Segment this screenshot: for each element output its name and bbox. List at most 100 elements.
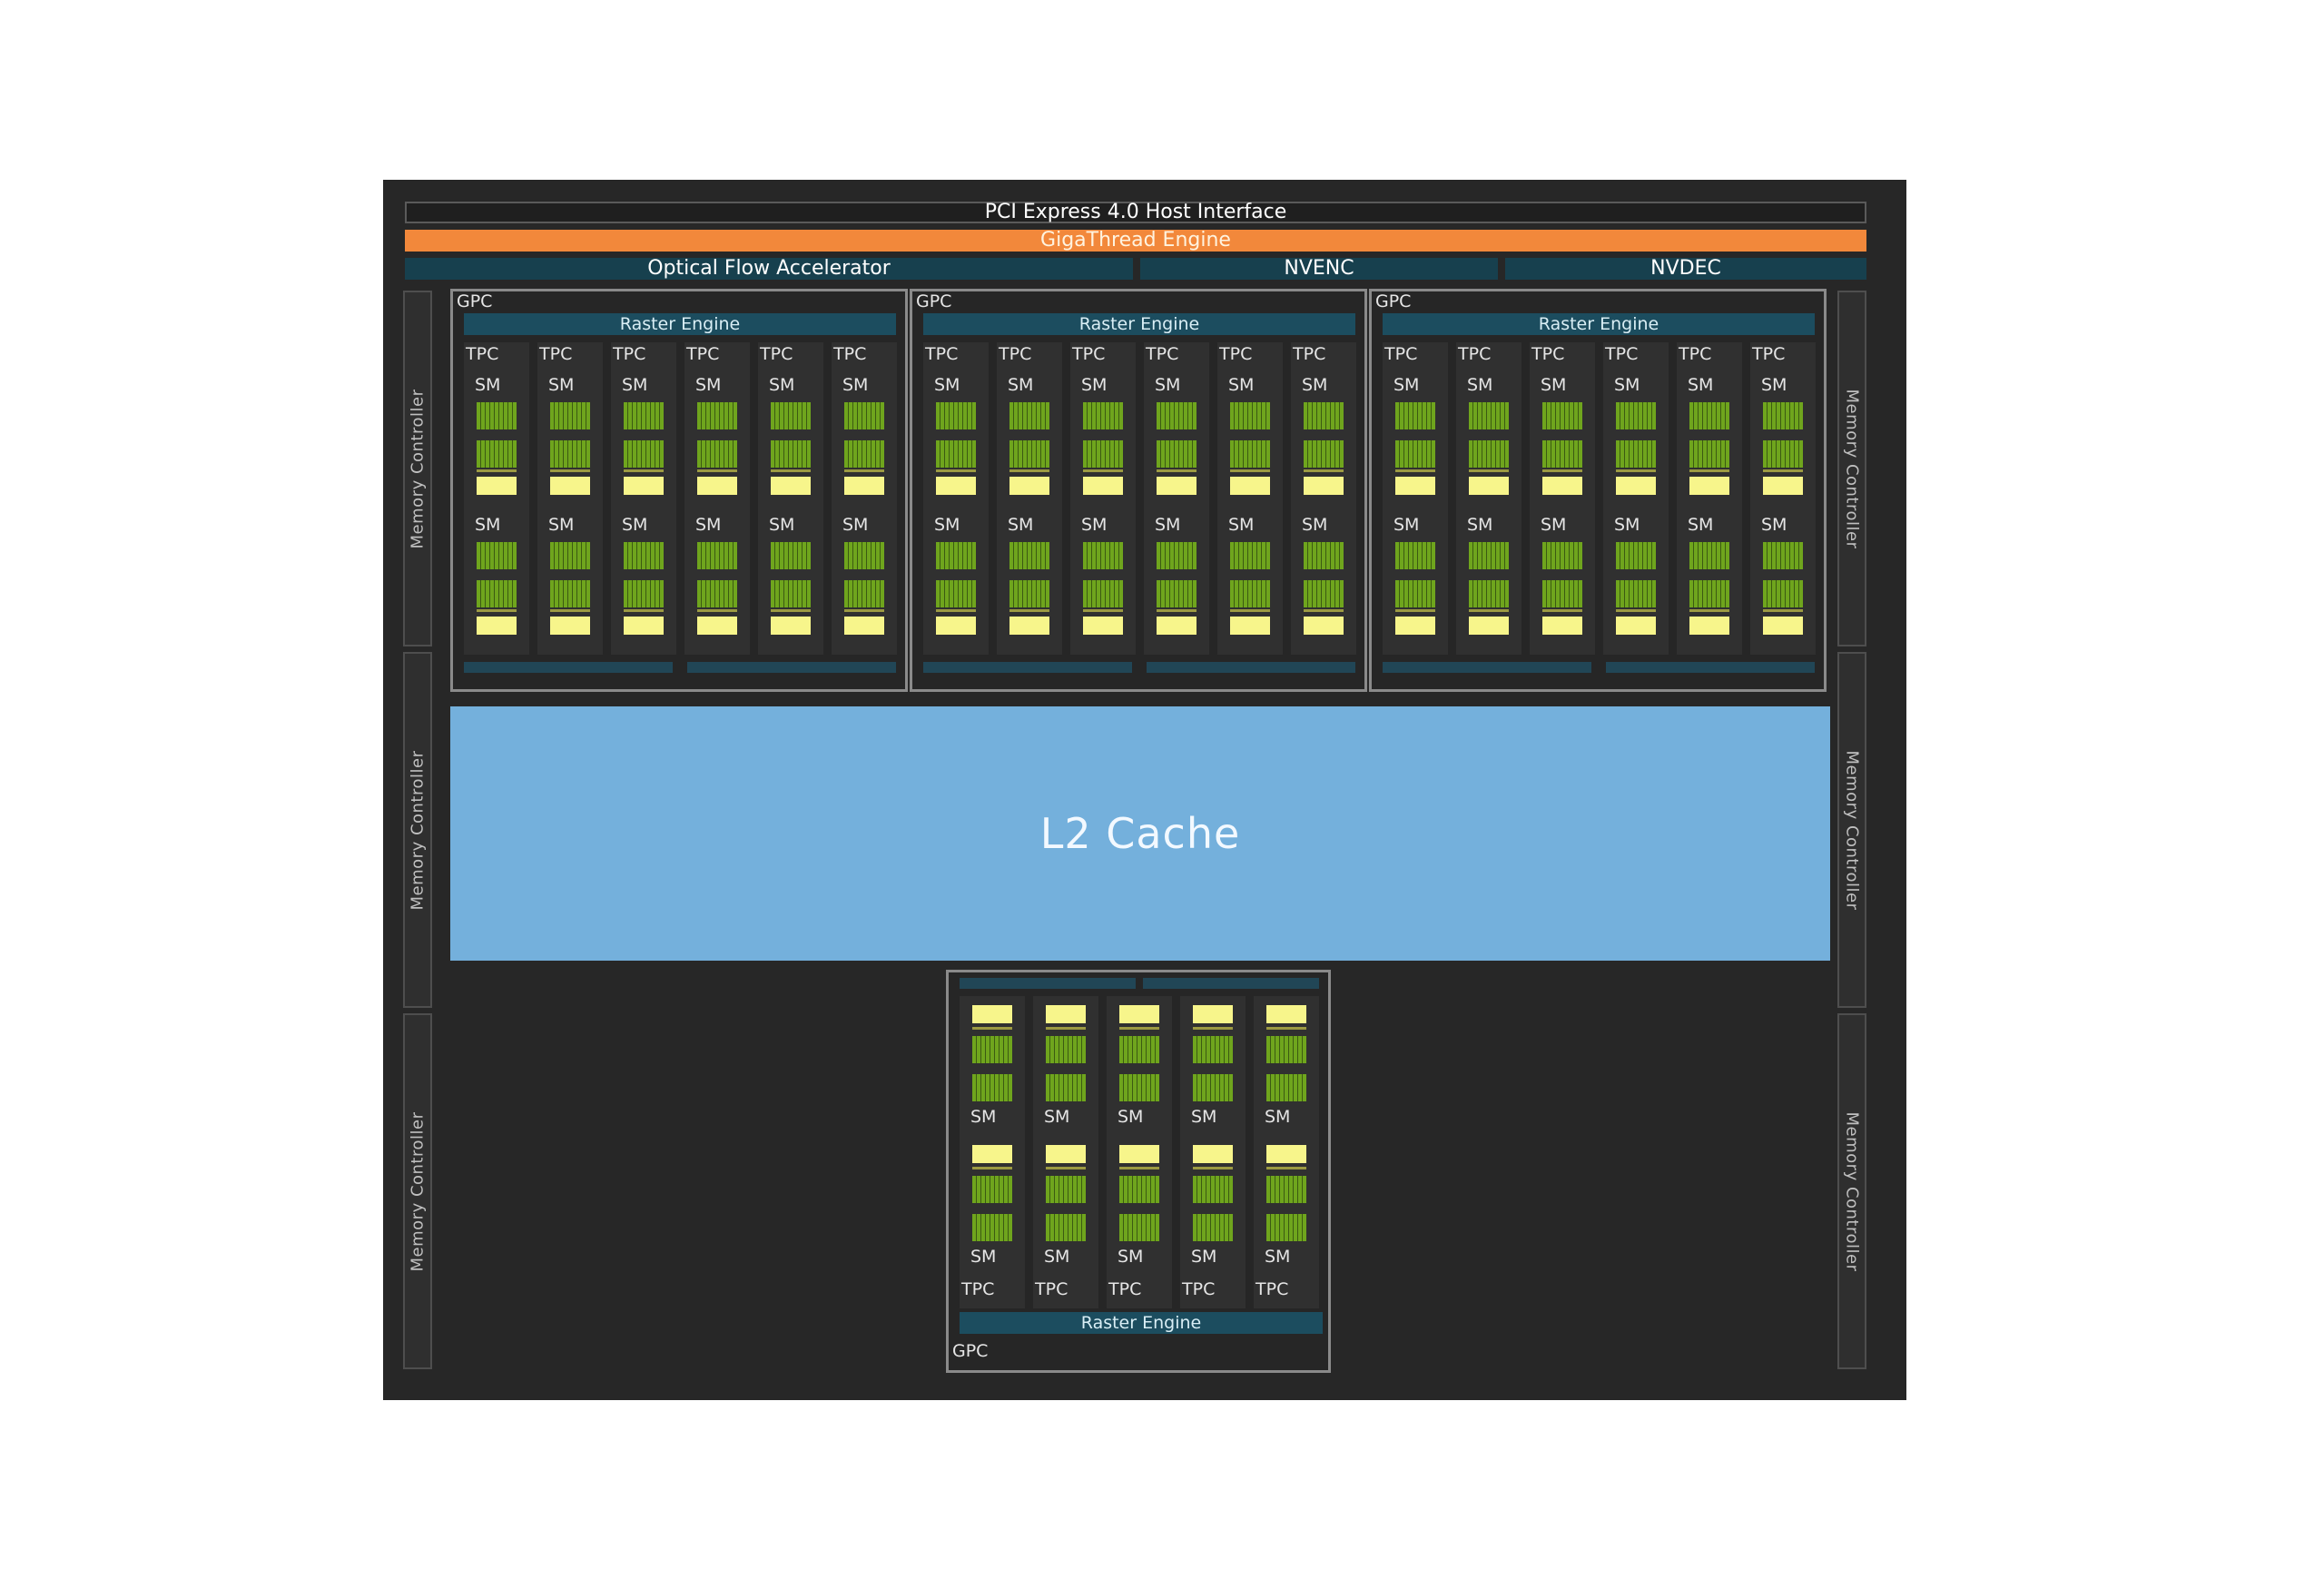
cuda-core-block xyxy=(550,440,590,468)
sm-label: SM xyxy=(1467,375,1493,395)
tensor-strip xyxy=(1469,469,1509,472)
rt-core-block xyxy=(477,477,517,495)
tensor-strip xyxy=(844,609,884,612)
tpc-label: TPC xyxy=(1182,1279,1216,1299)
cuda-core-block xyxy=(1469,580,1509,607)
tpc-label: TPC xyxy=(686,344,720,364)
sm-label: SM xyxy=(1008,515,1034,535)
tensor-strip xyxy=(550,469,590,472)
tensor-strip xyxy=(936,609,976,612)
rt-core-block xyxy=(1542,477,1582,495)
sm-label: SM xyxy=(1265,1107,1291,1127)
sm-label: SM xyxy=(934,515,960,535)
cuda-core-block xyxy=(624,440,664,468)
rt-core-block xyxy=(1266,1145,1306,1163)
rt-core-block xyxy=(1763,477,1803,495)
tpc-block: TPC SM SM xyxy=(758,342,823,655)
tpc-block: TPC SM SM xyxy=(1603,342,1669,655)
sm-label: SM xyxy=(475,515,501,535)
rt-core-block xyxy=(771,477,811,495)
tensor-strip xyxy=(1009,469,1049,472)
cuda-core-block xyxy=(1230,580,1270,607)
sm-label: SM xyxy=(1614,375,1640,395)
cuda-core-block xyxy=(624,542,664,569)
cuda-core-block xyxy=(1083,580,1123,607)
tensor-strip xyxy=(1689,609,1729,612)
gpc-label: GPC xyxy=(1375,291,1412,311)
cuda-core-block xyxy=(1266,1036,1306,1063)
rt-core-block xyxy=(1009,477,1049,495)
cuda-core-block xyxy=(1616,402,1656,429)
tpc-label: TPC xyxy=(760,344,793,364)
rt-core-block xyxy=(1689,617,1729,635)
tpc-label: TPC xyxy=(1108,1279,1142,1299)
cuda-core-block xyxy=(1193,1074,1233,1101)
tensor-strip xyxy=(771,609,811,612)
tensor-strip xyxy=(1046,1167,1086,1169)
tpc-label: TPC xyxy=(833,344,867,364)
memory-controller-label: Memory Controller xyxy=(408,1111,428,1271)
memory-controller: Memory Controller xyxy=(403,291,432,646)
tpc-label: TPC xyxy=(613,344,646,364)
tpc-block: TPC SM SM xyxy=(923,342,989,655)
cuda-core-block xyxy=(697,402,737,429)
tensor-strip xyxy=(972,1167,1012,1169)
cuda-core-block xyxy=(936,542,976,569)
cuda-core-block xyxy=(1304,402,1344,429)
cuda-core-block xyxy=(1157,542,1196,569)
gpc-block: GPC Raster Engine TPC SM SM TPC SM SM TPC SM SM TPC… xyxy=(1369,289,1827,692)
cuda-core-block xyxy=(1083,402,1123,429)
gpc-label: GPC xyxy=(916,291,952,311)
rt-core-block xyxy=(1304,477,1344,495)
sm-label: SM xyxy=(1302,515,1328,535)
sm-label: SM xyxy=(842,515,869,535)
tensor-strip xyxy=(1763,469,1803,472)
rt-core-block xyxy=(550,617,590,635)
cuda-core-block xyxy=(1157,440,1196,468)
tensor-strip xyxy=(1230,469,1270,472)
cuda-core-block xyxy=(771,440,811,468)
rt-core-block xyxy=(1119,1145,1159,1163)
sm-label: SM xyxy=(1393,375,1420,395)
gpc-label: GPC xyxy=(952,1341,989,1361)
tpc-label: TPC xyxy=(961,1279,995,1299)
sm-label: SM xyxy=(1688,375,1714,395)
nvenc-block: NVENC xyxy=(1140,258,1498,280)
tensor-strip xyxy=(624,469,664,472)
sm-label: SM xyxy=(1393,515,1420,535)
tensor-strip xyxy=(697,609,737,612)
tpc-label: TPC xyxy=(1256,1279,1289,1299)
memory-controller: Memory Controller xyxy=(403,652,432,1008)
cuda-core-block xyxy=(1119,1214,1159,1241)
cuda-core-block xyxy=(936,440,976,468)
tpc-block: TPC SM SM xyxy=(1144,342,1209,655)
memory-controller: Memory Controller xyxy=(1837,652,1866,1008)
sm-label: SM xyxy=(695,515,722,535)
cuda-core-block xyxy=(1119,1074,1159,1101)
raster-engine: Raster Engine xyxy=(923,313,1355,335)
cuda-core-block xyxy=(1469,402,1509,429)
tpc-block: SM SM TPC xyxy=(960,996,1025,1308)
cuda-core-block xyxy=(1083,440,1123,468)
memory-controller-label: Memory Controller xyxy=(1842,1111,1862,1271)
cuda-core-block xyxy=(1119,1176,1159,1203)
rt-core-block xyxy=(477,617,517,635)
rt-core-block xyxy=(1083,477,1123,495)
sm-label: SM xyxy=(1467,515,1493,535)
tensor-strip xyxy=(624,609,664,612)
l1-strip xyxy=(1147,662,1355,673)
rt-core-block xyxy=(1542,617,1582,635)
rt-core-block xyxy=(1193,1005,1233,1023)
raster-engine: Raster Engine xyxy=(1383,313,1815,335)
cuda-core-block xyxy=(477,440,517,468)
rt-core-block xyxy=(936,617,976,635)
cuda-core-block xyxy=(1304,440,1344,468)
tpc-block: SM SM TPC xyxy=(1254,996,1319,1308)
tpc-label: TPC xyxy=(1679,344,1712,364)
tpc-label: TPC xyxy=(1219,344,1253,364)
tpc-block: TPC SM SM xyxy=(1291,342,1356,655)
gpc-block: GPC Raster Engine TPC SM SM TPC SM SM TPC SM SM TPC… xyxy=(450,289,908,692)
cuda-core-block xyxy=(1689,580,1729,607)
tensor-strip xyxy=(771,469,811,472)
l2-cache: L2 Cache xyxy=(450,706,1830,961)
